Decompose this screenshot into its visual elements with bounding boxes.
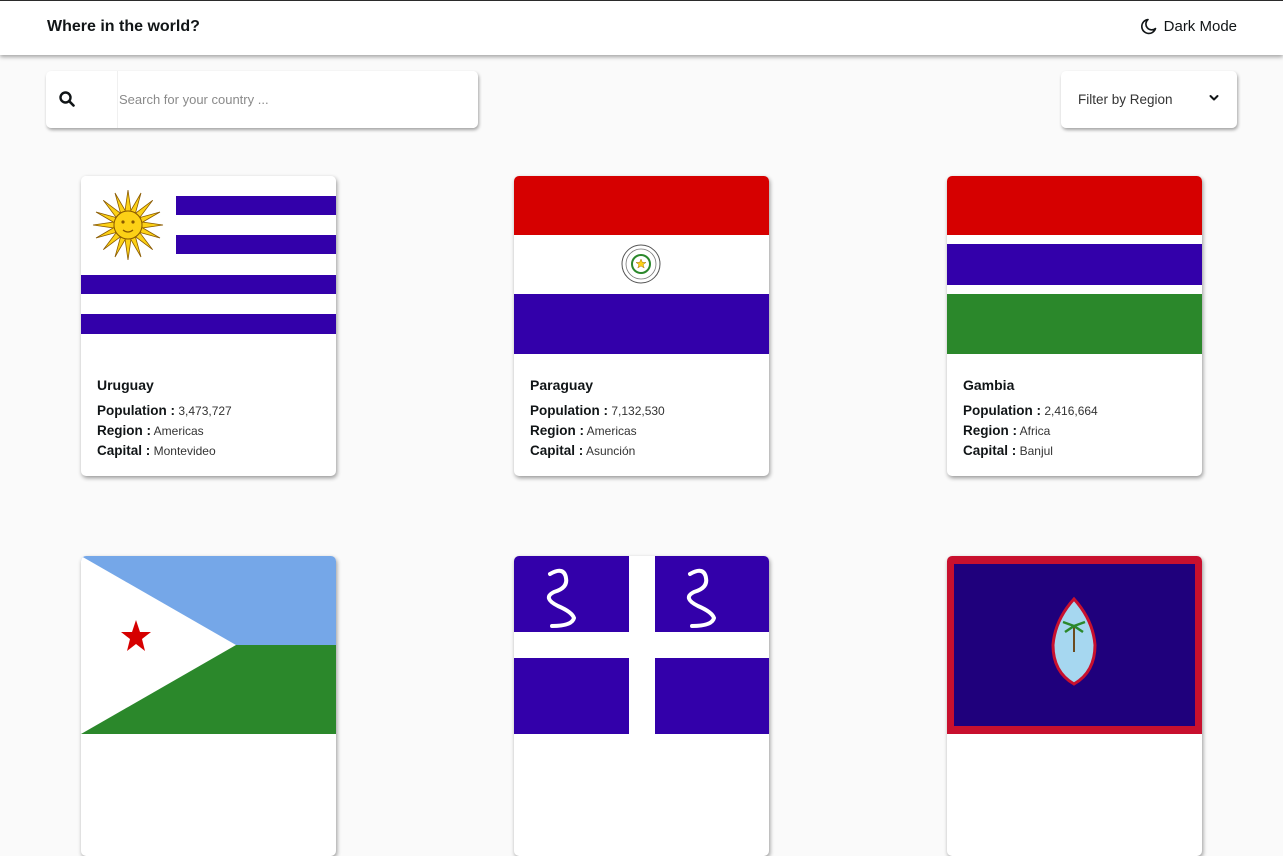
search-input[interactable]: [117, 71, 474, 128]
chevron-down-icon: [1209, 95, 1219, 101]
population-value: 7,132,530: [611, 404, 665, 418]
population-label: Population :: [963, 403, 1041, 418]
capital-line: Capital : Montevideo: [97, 441, 320, 461]
dark-mode-toggle[interactable]: Dark Mode: [1140, 18, 1237, 35]
filter-label: Filter by Region: [1078, 92, 1173, 107]
dark-mode-label: Dark Mode: [1163, 18, 1237, 35]
population-line: Population : 2,416,664: [963, 401, 1186, 421]
region-label: Region :: [963, 423, 1017, 438]
app-title: Where in the world?: [47, 18, 200, 35]
region-value: Africa: [1019, 424, 1051, 438]
uruguay-flag-image: [81, 176, 336, 354]
country-card-uruguay[interactable]: Uruguay Population : 3,473,727 Region : …: [81, 176, 336, 476]
moon-icon: [1140, 18, 1156, 35]
app-header: Where in the world? Dark Mode: [0, 0, 1283, 55]
capital-label: Capital :: [963, 443, 1017, 458]
population-line: Population : 3,473,727: [97, 401, 320, 421]
country-card-gambia[interactable]: Gambia Population : 2,416,664 Region : A…: [947, 176, 1202, 476]
region-label: Region :: [530, 423, 584, 438]
guam-flag-image: [947, 556, 1202, 734]
capital-value: Banjul: [1019, 444, 1053, 458]
country-card-djibouti[interactable]: [81, 556, 336, 856]
region-label: Region :: [97, 423, 151, 438]
paraguay-flag-image: [514, 176, 769, 354]
capital-value: Montevideo: [153, 444, 216, 458]
region-line: Region : Africa: [963, 421, 1186, 441]
country-card-martinique[interactable]: [514, 556, 769, 856]
population-line: Population : 7,132,530: [530, 401, 753, 421]
country-name: Gambia: [963, 377, 1015, 393]
country-card-guam[interactable]: [947, 556, 1202, 856]
population-label: Population :: [97, 403, 175, 418]
capital-value: Asunción: [585, 444, 636, 458]
capital-line: Capital : Banjul: [963, 441, 1186, 461]
capital-label: Capital :: [530, 443, 584, 458]
country-name: Uruguay: [97, 377, 154, 393]
region-value: Americas: [153, 424, 204, 438]
population-value: 2,416,664: [1044, 404, 1098, 418]
capital-label: Capital :: [97, 443, 151, 458]
capital-line: Capital : Asunción: [530, 441, 753, 461]
population-value: 3,473,727: [178, 404, 232, 418]
country-name: Paraguay: [530, 377, 594, 393]
djibouti-flag-image: [81, 556, 336, 734]
region-value: Americas: [586, 424, 637, 438]
population-label: Population :: [530, 403, 608, 418]
region-line: Region : Americas: [530, 421, 753, 441]
search-box: [46, 71, 478, 128]
gambia-flag-image: [947, 176, 1202, 354]
region-line: Region : Americas: [97, 421, 320, 441]
search-icon: [59, 91, 75, 107]
country-card-paraguay[interactable]: Paraguay Population : 7,132,530 Region :…: [514, 176, 769, 476]
region-filter-dropdown[interactable]: Filter by Region: [1061, 71, 1237, 128]
martinique-flag-image: [514, 556, 769, 734]
